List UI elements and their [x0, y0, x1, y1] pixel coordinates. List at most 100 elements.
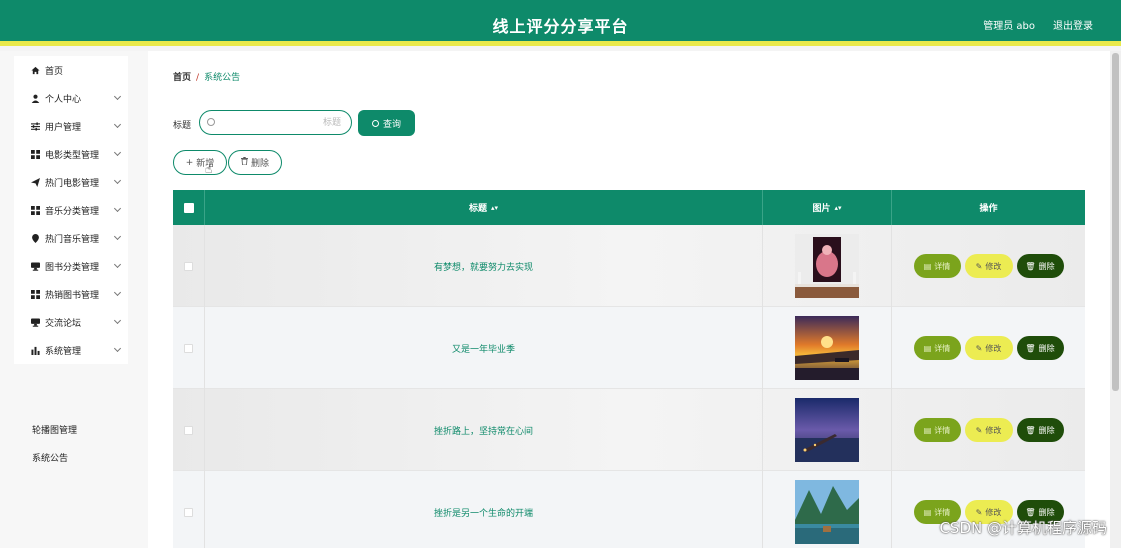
sidebar-item-hot-books[interactable]: 热销图书管理 — [14, 280, 128, 308]
scrollbar-thumb[interactable] — [1112, 53, 1119, 391]
mountain-lake-image[interactable] — [795, 480, 859, 544]
detail-button-label: 详情 — [934, 507, 951, 517]
pencil-icon: ✎ — [975, 343, 983, 353]
detail-button[interactable]: ▤ 详情 — [913, 254, 961, 278]
table-row: 有梦想，就要努力去实现 ▤ 详情 ✎ 修改 🗑 删除 — [173, 225, 1085, 307]
edit-button[interactable]: ✎ 修改 — [964, 336, 1013, 360]
row-actions-cell: ▤ 详情 ✎ 修改 🗑 删除 — [892, 307, 1085, 389]
row-delete-button[interactable]: 🗑 删除 — [1016, 254, 1064, 278]
row-delete-button[interactable]: 🗑 删除 — [1016, 418, 1064, 442]
row-select-cell[interactable] — [173, 389, 205, 471]
chevron-down-icon — [113, 232, 122, 241]
sort-icon[interactable]: ▴▾ — [834, 204, 841, 212]
sidebar-subitem-announcements[interactable]: 系统公告 — [14, 443, 128, 471]
row-delete-button-label: 删除 — [1038, 425, 1055, 435]
query-button[interactable]: 查询 — [358, 110, 415, 136]
breadcrumb: 首页 / 系统公告 — [173, 70, 240, 83]
row-image-cell — [763, 225, 892, 307]
home-icon — [30, 65, 40, 75]
search-input[interactable] — [220, 114, 345, 132]
sidebar-subitem-carousel[interactable]: 轮播图管理 — [14, 415, 128, 443]
row-checkbox[interactable] — [184, 425, 193, 435]
sidebar-item-label: 系统管理 — [45, 346, 82, 357]
sidebar-item-book-categories[interactable]: 图书分类管理 — [14, 252, 128, 280]
row-title: 又是一年毕业季 — [451, 344, 515, 355]
row-title-cell: 挫折路上，坚持常在心间 — [205, 389, 763, 471]
bar-chart-icon — [30, 345, 40, 355]
column-title[interactable]: 标题 ▴▾ — [205, 190, 763, 225]
row-image-cell — [763, 307, 892, 389]
detail-button[interactable]: ▤ 详情 — [913, 336, 961, 360]
row-delete-button-label: 删除 — [1038, 261, 1055, 271]
row-title: 挫折是另一个生命的开端 — [433, 508, 533, 519]
detail-button-label: 详情 — [934, 343, 951, 353]
sidebar-item-label: 热门音乐管理 — [45, 234, 100, 245]
breadcrumb-separator: / — [196, 73, 200, 83]
mouse-cursor-icon: ☝ — [205, 162, 213, 176]
row-title: 挫折路上，坚持常在心间 — [433, 426, 533, 437]
batch-delete-button[interactable]: 删除 — [228, 150, 282, 175]
sidebar-item-movie-types[interactable]: 电影类型管理 — [14, 140, 128, 168]
app-title: 线上评分分享平台 — [492, 17, 629, 36]
night-pier-image[interactable] — [795, 398, 859, 462]
sidebar-item-home[interactable]: 首页 — [14, 56, 128, 84]
row-checkbox[interactable] — [184, 507, 193, 517]
edit-button[interactable]: ✎ 修改 — [964, 418, 1013, 442]
column-image[interactable]: 图片 ▴▾ — [763, 190, 892, 225]
admin-username: 管理员 abo — [983, 21, 1035, 32]
row-title-cell: 挫折是另一个生命的开端 — [205, 471, 763, 548]
edit-button-label: 修改 — [985, 343, 1002, 353]
send-icon — [30, 177, 40, 187]
add-button[interactable]: + 新增 — [173, 150, 227, 175]
row-select-cell[interactable] — [173, 307, 205, 389]
row-delete-button-label: 删除 — [1038, 507, 1055, 517]
poster-art-image[interactable] — [795, 234, 859, 298]
search-field[interactable] — [199, 110, 352, 135]
select-all-checkbox[interactable] — [183, 202, 194, 213]
sidebar-item-forum[interactable]: 交流论坛 — [14, 308, 128, 336]
watermark: CSDN @计算机程序源码 — [939, 519, 1107, 537]
chevron-down-icon — [113, 288, 122, 297]
row-delete-button[interactable]: 🗑 删除 — [1016, 336, 1064, 360]
chevron-down-icon — [113, 316, 122, 325]
edit-button-label: 修改 — [985, 261, 1002, 271]
column-operation: 操作 — [892, 190, 1085, 225]
search-icon — [207, 118, 215, 126]
trash-icon: 🗑 — [1025, 343, 1036, 353]
chevron-down-icon — [113, 344, 122, 353]
edit-button[interactable]: ✎ 修改 — [964, 254, 1013, 278]
main-content: 首页/系统公告 标题 查询 + 新增 删除 ☝ 标题▴▾ 图片▴▾ — [148, 51, 1110, 548]
logout-link[interactable]: 退出登录 — [1053, 17, 1093, 32]
row-title: 有梦想，就要努力去实现 — [433, 262, 533, 273]
row-title-cell: 有梦想，就要努力去实现 — [205, 225, 763, 307]
detail-button[interactable]: ▤ 详情 — [913, 418, 961, 442]
row-checkbox[interactable] — [184, 261, 193, 271]
chevron-down-icon — [113, 120, 122, 129]
row-select-cell[interactable] — [173, 225, 205, 307]
detail-button-label: 详情 — [934, 261, 951, 271]
vertical-scrollbar[interactable] — [1110, 51, 1121, 548]
sidebar-item-hot-music[interactable]: 热门音乐管理 — [14, 224, 128, 252]
breadcrumb-home[interactable]: 首页 — [173, 73, 191, 83]
row-title-cell: 又是一年毕业季 — [205, 307, 763, 389]
sidebar-item-profile[interactable]: 个人中心 — [14, 84, 128, 112]
sidebar-item-hot-movies[interactable]: 热门电影管理 — [14, 168, 128, 196]
table-header: 标题 ▴▾ 图片 ▴▾ 操作 — [173, 190, 1085, 225]
sidebar-item-music-categories[interactable]: 音乐分类管理 — [14, 196, 128, 224]
breadcrumb-current: 系统公告 — [204, 73, 241, 83]
trash-icon: 🗑 — [1025, 261, 1036, 271]
row-select-cell[interactable] — [173, 471, 205, 548]
sidebar-item-system[interactable]: 系统管理 — [14, 336, 128, 364]
sidebar-item-label: 热门电影管理 — [45, 178, 100, 189]
user-icon — [30, 93, 40, 103]
row-checkbox[interactable] — [184, 343, 193, 353]
sidebar-item-label: 个人中心 — [45, 94, 82, 105]
select-all-cell[interactable] — [173, 190, 205, 225]
sidebar-item-users[interactable]: 用户管理 — [14, 112, 128, 140]
sidebar-item-label: 首页 — [45, 66, 64, 77]
table-row: 又是一年毕业季 ▤ 详情 ✎ 修改 🗑 删除 — [173, 307, 1085, 389]
sidebar-item-label: 电影类型管理 — [45, 150, 100, 161]
search-icon — [371, 119, 379, 127]
sort-icon[interactable]: ▴▾ — [491, 204, 498, 212]
sunset-pier-image[interactable] — [795, 316, 859, 380]
